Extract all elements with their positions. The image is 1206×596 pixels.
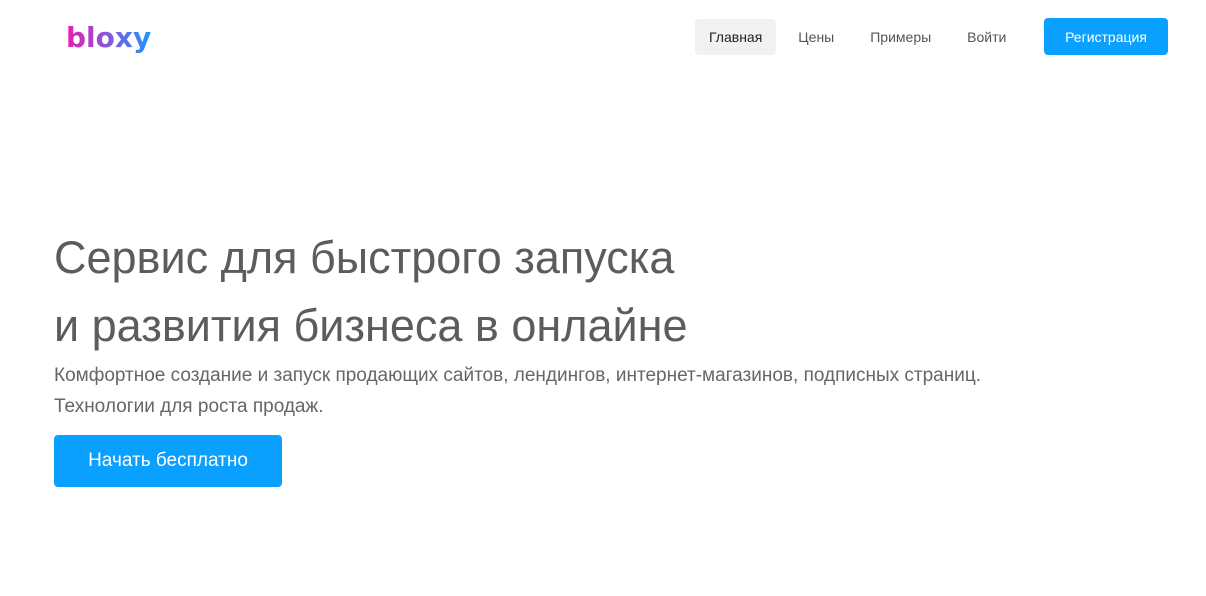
hero-subtitle-line-2: Технологии для роста продаж. [54, 396, 324, 417]
nav-item-prices[interactable]: Цены [784, 19, 848, 55]
hero-title: Сервис для быстрого запуска и развития б… [54, 224, 1154, 360]
hero-section: Сервис для быстрого запуска и развития б… [54, 224, 1154, 487]
hero-title-line-2: и развития бизнеса в онлайне [54, 300, 688, 351]
hero-subtitle: Комфортное создание и запуск продающих с… [54, 360, 1154, 422]
nav-item-examples[interactable]: Примеры [856, 19, 945, 55]
header: bloxy Главная Цены Примеры Войти Регистр… [0, 0, 1206, 72]
logo-text: bloxy [66, 21, 151, 54]
register-button[interactable]: Регистрация [1044, 18, 1168, 55]
bloxy-logo-icon: bloxy [66, 21, 151, 54]
start-free-button[interactable]: Начать бесплатно [54, 435, 282, 487]
hero-subtitle-line-1: Комфортное создание и запуск продающих с… [54, 365, 982, 386]
hero-title-line-1: Сервис для быстрого запуска [54, 232, 675, 283]
logo[interactable]: bloxy [66, 20, 170, 54]
nav-item-home[interactable]: Главная [695, 18, 777, 55]
main-nav: Главная Цены Примеры Войти [695, 18, 1028, 55]
nav-item-login[interactable]: Войти [953, 19, 1020, 55]
landing-page: bloxy Главная Цены Примеры Войти Регистр… [0, 0, 1206, 596]
